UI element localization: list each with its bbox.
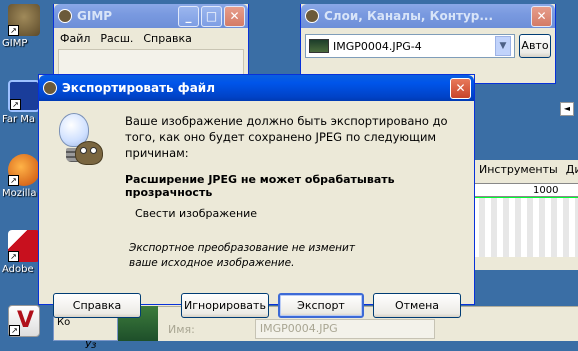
shortcut-arrow-icon: ↗ — [8, 251, 19, 262]
dialog-title: Экспортировать файл — [62, 81, 215, 95]
menu-file[interactable]: Файл — [60, 32, 90, 45]
shortcut-arrow-icon: ↗ — [8, 175, 19, 186]
export-button[interactable]: Экспорт — [278, 293, 364, 318]
desktop-icon-app[interactable]: V ↗ — [0, 305, 48, 339]
export-dialog-body: Ваше изображение должно быть экспортиров… — [39, 101, 474, 318]
export-reason: Расширение JPEG не может обрабатывать пр… — [125, 173, 395, 199]
gimp-icon: ↗ — [8, 4, 40, 36]
menu-bar: Файл Расш. Справка — [54, 28, 248, 49]
name-field[interactable]: IMGP0004.JPG — [254, 319, 435, 339]
export-dialog: Экспортировать файл ✕ Ваше изображение д… — [38, 74, 475, 318]
app-v-icon: V ↗ — [8, 305, 40, 337]
image-thumbnail — [309, 39, 329, 53]
help-button[interactable]: Справка — [53, 293, 141, 318]
export-message: Ваше изображение должно быть экспортиров… — [125, 114, 448, 160]
window-title: Слои, Каналы, Контур... — [324, 9, 494, 23]
gimp-icon — [43, 81, 57, 95]
gimp-toolbox-titlebar[interactable]: GIMP _ □ ✕ — [54, 4, 248, 28]
cancel-button[interactable]: Отмена — [373, 293, 461, 318]
layers-titlebar[interactable]: Слои, Каналы, Контур... ✕ — [301, 4, 555, 28]
menu-tools[interactable]: Инструменты — [479, 163, 558, 176]
shortcut-arrow-icon: ↗ — [10, 99, 21, 110]
ignore-button[interactable]: Игнорировать — [181, 293, 269, 318]
image-canvas[interactable] — [473, 197, 578, 257]
close-button[interactable]: ✕ — [531, 5, 552, 27]
maximize-button[interactable]: □ — [201, 5, 222, 27]
minimize-button[interactable]: _ — [178, 5, 199, 27]
menu-help[interactable]: Справка — [143, 32, 191, 45]
scroll-arrow-icon[interactable]: ◄ — [560, 102, 574, 116]
image-selector-row: IMGP0004.JPG-4 ▼ Авто — [305, 34, 551, 58]
image-window: ◄ Инструменты Ди 1000 — [472, 102, 578, 270]
mozilla-icon: ↗ — [8, 154, 40, 186]
chevron-down-icon[interactable]: ▼ — [495, 36, 511, 56]
shortcut-arrow-icon: ↗ — [8, 25, 19, 36]
close-button[interactable]: ✕ — [450, 77, 471, 99]
export-note: Экспортное преобразование не изменит ваш… — [129, 242, 355, 269]
layers-window: Слои, Каналы, Контур... ✕ IMGP0004.JPG-4… — [300, 4, 556, 84]
wilber-icon — [75, 141, 109, 175]
far-manager-icon: ↗ — [8, 80, 40, 112]
gimp-icon — [305, 9, 319, 23]
auto-button[interactable]: Авто — [519, 34, 551, 58]
panel-subtitle: Уз — [85, 340, 97, 351]
desktop-icon-label: GIMP — [2, 38, 28, 49]
image-combo-value: IMGP0004.JPG-4 — [333, 39, 422, 53]
horizontal-ruler: 1000 — [473, 183, 578, 197]
shortcut-arrow-icon: ↗ — [9, 325, 20, 336]
menu-dialogs[interactable]: Ди — [566, 163, 578, 176]
flatten-option: Свести изображение — [135, 207, 258, 220]
adobe-icon: ↗ — [8, 230, 40, 262]
close-button[interactable]: ✕ — [224, 5, 245, 27]
gimp-icon — [58, 9, 72, 23]
export-dialog-titlebar[interactable]: Экспортировать файл ✕ — [39, 75, 474, 101]
image-combo[interactable]: IMGP0004.JPG-4 ▼ — [305, 34, 515, 58]
desktop-icon-gimp[interactable]: ↗ GIMP — [0, 4, 48, 49]
menu-extensions[interactable]: Расш. — [100, 32, 133, 45]
window-title: GIMP — [77, 9, 113, 23]
ruler-label: 1000 — [533, 185, 559, 196]
image-menubar: Инструменты Ди — [473, 160, 578, 179]
name-label: Имя: — [168, 322, 195, 336]
tool-icons-strip[interactable] — [58, 49, 244, 77]
